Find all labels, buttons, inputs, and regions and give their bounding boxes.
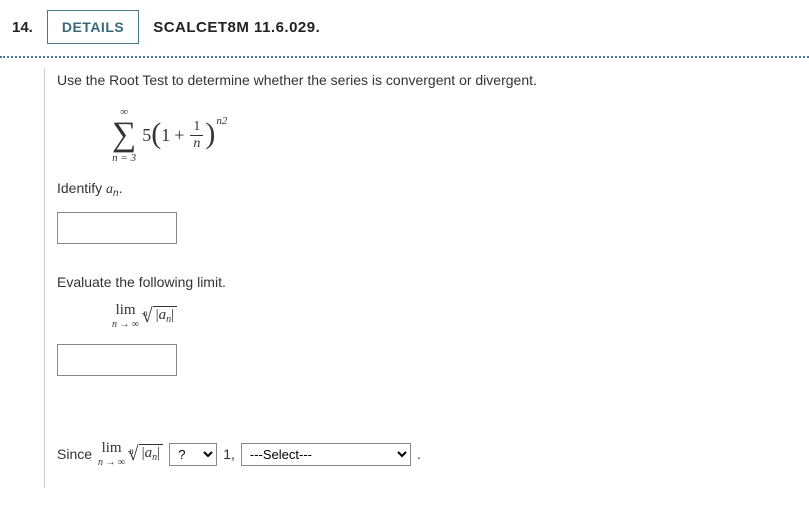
- header-divider: [0, 56, 809, 58]
- lim-text: lim: [116, 302, 136, 319]
- one-text: 1,: [223, 446, 235, 462]
- sigma-symbol: ∑: [112, 118, 136, 152]
- result-select[interactable]: ---Select---: [241, 443, 411, 466]
- frac-num: 1: [190, 119, 203, 135]
- evaluate-prompt: Evaluate the following limit.: [57, 274, 809, 290]
- identify-answer-input[interactable]: [57, 212, 177, 244]
- question-number: 14.: [12, 19, 33, 36]
- lparen: (: [151, 119, 161, 149]
- instruction-text: Use the Root Test to determine whether t…: [57, 72, 809, 88]
- rparen: ): [205, 119, 215, 149]
- series-formula: ∞ ∑ n = 3 5 ( 1 + 1 n ) n2: [112, 102, 809, 164]
- question-body: Use the Root Test to determine whether t…: [44, 68, 809, 488]
- lim-under-2: n → ∞: [98, 457, 125, 468]
- since-text: Since: [57, 446, 92, 462]
- compare-select[interactable]: ?: [169, 443, 217, 466]
- coeff: 5: [142, 125, 151, 146]
- term-plus: +: [174, 125, 184, 146]
- period: .: [417, 446, 421, 462]
- identify-prompt: Identify an.: [57, 180, 809, 198]
- frac-den: n: [190, 136, 203, 151]
- root-index-2: n: [129, 446, 134, 456]
- radicand: |an|: [153, 306, 178, 324]
- radicand-2: |an|: [139, 444, 164, 462]
- limit-expression: lim n → ∞ n √ |an|: [112, 302, 177, 330]
- root-index: n: [143, 308, 148, 318]
- term-one: 1: [161, 125, 170, 146]
- textbook-source: SCALCET8M 11.6.029.: [153, 19, 320, 36]
- question-header: 14. DETAILS SCALCET8M 11.6.029.: [0, 0, 809, 56]
- lim-text-2: lim: [102, 440, 122, 457]
- conclusion-row: Since lim n → ∞ n √ |an| ? 1, ---Select-…: [57, 440, 809, 468]
- fraction: 1 n: [190, 119, 203, 151]
- exponent: n2: [216, 115, 227, 127]
- lim-under: n → ∞: [112, 319, 139, 330]
- limit-answer-input[interactable]: [57, 344, 177, 376]
- sigma-lower: n = 3: [112, 152, 136, 164]
- details-button[interactable]: DETAILS: [47, 10, 139, 44]
